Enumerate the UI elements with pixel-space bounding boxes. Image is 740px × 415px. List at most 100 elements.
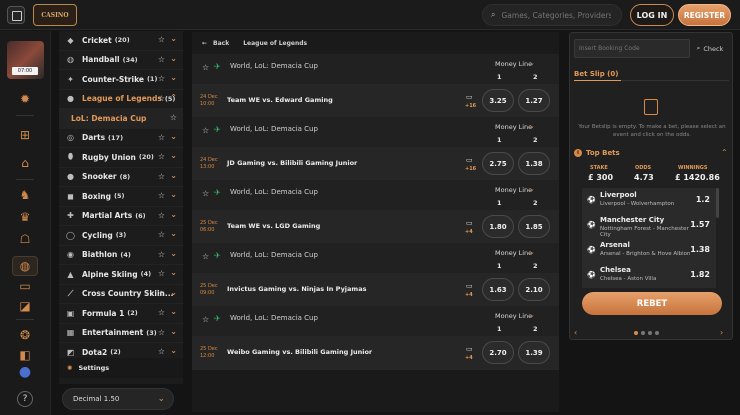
back-arrow-icon[interactable]: ← (202, 40, 207, 47)
star-icon[interactable]: ☆ (158, 152, 165, 161)
carousel-dot[interactable] (634, 331, 638, 335)
language-flag-icon[interactable]: ● (15, 362, 35, 382)
match-row[interactable]: 25 Dec 06:00 Team WE vs. LGD Gaming ▭ +4 1.80… (192, 210, 559, 244)
match-teams[interactable]: Team WE vs. LGD Gaming (227, 222, 320, 230)
chevron-down-icon[interactable]: ⌄ (170, 210, 177, 219)
chevron-down-icon[interactable]: ⌄ (170, 268, 177, 277)
medal-icon[interactable]: ❂ (15, 325, 35, 345)
star-icon[interactable]: ☆ (158, 191, 165, 200)
match-teams[interactable]: JD Gaming vs. Bilibili Gaming Junior (227, 159, 357, 167)
market-select[interactable]: Money Line (495, 123, 532, 131)
match-teams[interactable]: Team WE vs. Edward Gaming (227, 96, 333, 104)
star-icon[interactable]: ☆ (202, 315, 209, 324)
sidebar-item[interactable]: ◉ Biathlon (4) ☆ ⌄ (59, 246, 183, 265)
promo-thumbnail[interactable]: 07:00 (7, 41, 44, 79)
more-markets-count[interactable]: +4 (465, 355, 473, 361)
odds-button-2[interactable]: 1.39 (518, 341, 550, 364)
back-link[interactable]: Back (213, 40, 229, 47)
search-box[interactable]: ⌕ (482, 4, 622, 26)
help-icon[interactable]: ? (17, 391, 33, 407)
chevron-down-icon[interactable]: ⌄ (170, 229, 177, 238)
chevron-down-icon[interactable]: ⌄ (170, 73, 177, 82)
sidebar-item[interactable]: ▲ Alpine Skiing (4) ☆ ⌄ (59, 265, 183, 285)
match-row[interactable]: 25 Dec 12:00 Weibo Gaming vs. Bilibili Gam… (192, 336, 559, 370)
match-row[interactable]: 25 Dec 09:00 Invictus Gaming vs. Ninjas In… (192, 273, 559, 307)
more-markets-count[interactable]: +16 (465, 166, 476, 172)
site-logo[interactable]: CASINO (33, 4, 77, 26)
match-teams[interactable]: Invictus Gaming vs. Ninjas In Pyjamas (227, 285, 366, 293)
sidebar-item[interactable]: ◯ Cycling (3) ☆ ⌄ (59, 226, 183, 246)
star-icon[interactable]: ☆ (158, 133, 165, 142)
gift-icon[interactable]: ⊞ (15, 125, 35, 145)
chevron-down-icon[interactable]: ⌄ (170, 151, 177, 160)
sidebar-item[interactable]: ● Snooker (8) ☆ ⌄ (59, 168, 183, 187)
market-select[interactable]: Money Line (495, 186, 532, 194)
chevron-down-icon[interactable]: ⌄ (170, 190, 177, 199)
trophy-icon[interactable]: ♛ (15, 207, 35, 227)
more-markets-count[interactable]: +4 (465, 292, 473, 298)
match-row[interactable]: 24 Dec 10:00 Team WE vs. Edward Gaming ▭ +16… (192, 84, 559, 118)
top-bet-item[interactable]: ⚽ Liverpool Liverpool - Wolverhampton 1.2 (582, 188, 716, 213)
star-icon[interactable]: ☆ (170, 113, 177, 122)
picks-scrollbar[interactable] (716, 188, 719, 218)
sidebar-item[interactable]: ◼ Boxing (5) ☆ ⌄ (59, 187, 183, 207)
chevron-down-icon[interactable]: ⌄ (529, 311, 535, 319)
carousel-dot[interactable] (648, 331, 652, 335)
sidebar-item[interactable]: ◎ Darts (17) ☆ ⌄ (59, 129, 183, 148)
chevron-down-icon[interactable]: ⌄ (529, 59, 535, 67)
market-select[interactable]: Money Line (495, 312, 532, 320)
search-input[interactable] (501, 10, 612, 20)
settings-row[interactable]: ✺ Settings (59, 358, 183, 378)
odds-format-select[interactable]: Decimal 1.50 ⌄ (62, 388, 174, 410)
star-icon[interactable]: ☆ (158, 172, 165, 181)
top-bets-header[interactable]: i Top Bets (574, 149, 620, 157)
chevron-up-icon[interactable]: ⌃ (721, 148, 728, 157)
odds-button-2[interactable]: 2.10 (518, 278, 550, 301)
chevron-down-icon[interactable]: ⌄ (170, 346, 177, 355)
star-icon[interactable]: ☆ (202, 63, 209, 72)
sidebar-item[interactable]: ◆ Cricket (20) ☆ ⌄ (59, 31, 183, 51)
carousel-prev-icon[interactable]: ‹ (574, 328, 577, 337)
sidebar-item[interactable]: ◍ Handball (34) ☆ ⌄ (59, 51, 183, 70)
sidebar-item[interactable]: ▣ Formula 1 (2) ☆ ⌄ (59, 304, 183, 324)
star-icon[interactable]: ☆ (158, 55, 165, 64)
sun-icon[interactable]: ✹ (15, 89, 35, 109)
odds-button-1[interactable]: 3.25 (482, 89, 514, 112)
match-row[interactable]: 24 Dec 13:00 JD Gaming vs. Bilibili Gaming… (192, 147, 559, 181)
chevron-down-icon[interactable]: ⌄ (529, 185, 535, 193)
chevron-down-icon[interactable]: ⌄ (170, 34, 177, 43)
sidebar-item[interactable]: ● League of Legends (5) ☆ ⌃ (59, 90, 183, 109)
market-select[interactable]: Money Line (495, 249, 532, 257)
chevron-down-icon[interactable]: ⌄ (170, 288, 177, 297)
star-icon[interactable]: ☆ (158, 328, 165, 337)
carousel-next-icon[interactable]: › (720, 328, 723, 337)
star-icon[interactable]: ☆ (158, 289, 165, 298)
sidebar-item[interactable]: ✦ Counter-Strike (1) ☆ ⌄ (59, 70, 183, 90)
star-icon[interactable]: ☆ (158, 308, 165, 317)
star-icon[interactable]: ☆ (158, 94, 165, 103)
menu-toggle-icon[interactable] (7, 6, 25, 24)
market-select[interactable]: Money Line (495, 60, 532, 68)
login-button[interactable]: LOG IN (630, 4, 674, 26)
casino-icon[interactable]: ♞ (15, 185, 35, 205)
chevron-down-icon[interactable]: ⌄ (170, 249, 177, 258)
chevron-up-icon[interactable]: ⌃ (170, 93, 177, 102)
carousel-dot[interactable] (641, 331, 645, 335)
home-icon[interactable]: ⌂ (15, 153, 35, 173)
chevron-down-icon[interactable]: ⌄ (170, 307, 177, 316)
odds-button-2[interactable]: 1.27 (518, 89, 550, 112)
sidebar-item[interactable]: ✚ Martial Arts (6) ☆ ⌄ (59, 207, 183, 226)
sidebar-item[interactable]: ▦ Entertainment (3) ☆ ⌄ (59, 324, 183, 343)
odds-button-1[interactable]: 1.80 (482, 215, 514, 238)
top-bet-item[interactable]: ⚽ Chelsea Chelsea - Aston Villa 1.82 (582, 263, 716, 288)
chevron-down-icon[interactable]: ⌄ (529, 122, 535, 130)
star-icon[interactable]: ☆ (158, 35, 165, 44)
sports-ball-icon[interactable]: ◍ (12, 256, 38, 276)
sidebar-item[interactable]: ⟋ Cross Country Skiin... ☆ ⌄ (59, 285, 183, 304)
esports-icon[interactable]: ◪ (15, 296, 35, 316)
odds-button-1[interactable]: 2.75 (482, 152, 514, 175)
star-icon[interactable]: ☆ (158, 74, 165, 83)
odds-button-1[interactable]: 1.63 (482, 278, 514, 301)
chevron-down-icon[interactable]: ⌄ (170, 132, 177, 141)
more-markets-count[interactable]: +16 (465, 103, 476, 109)
